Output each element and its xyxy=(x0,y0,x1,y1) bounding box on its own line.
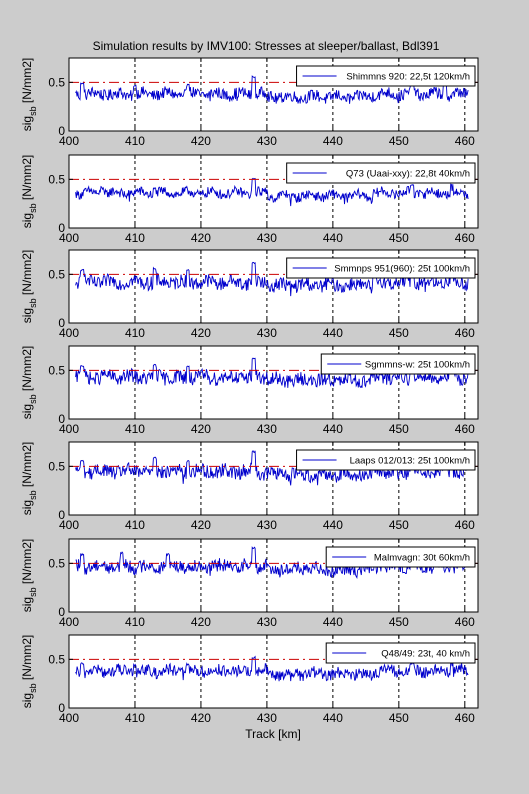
x-tick-label: 420 xyxy=(191,615,211,629)
x-tick-label: 420 xyxy=(191,422,211,436)
legend-label: Shimmns 920: 22,5t 120km/h xyxy=(346,72,470,83)
legend-label: Sgmmns-w: 25t 100km/h xyxy=(365,360,470,371)
y-tick-label: 0.5 xyxy=(48,556,65,570)
x-tick-label: 460 xyxy=(455,711,475,725)
x-tick-label: 450 xyxy=(389,326,409,340)
y-tick-label: 0.5 xyxy=(48,652,65,666)
x-tick-label: 410 xyxy=(125,615,145,629)
legend-label: Q48/49: 23t, 40 km/h xyxy=(381,649,470,660)
y-tick-label: 0.5 xyxy=(48,172,65,186)
figure: Simulation results by IMV100: Stresses a… xyxy=(0,0,529,794)
x-axis-label: Track [km] xyxy=(245,727,301,741)
x-tick-label: 410 xyxy=(125,326,145,340)
x-tick-label: 430 xyxy=(257,615,277,629)
x-tick-label: 460 xyxy=(455,326,475,340)
y-tick-label: 0 xyxy=(58,124,65,138)
x-tick-label: 430 xyxy=(257,711,277,725)
x-tick-label: 410 xyxy=(125,134,145,148)
x-tick-label: 450 xyxy=(389,711,409,725)
x-tick-label: 450 xyxy=(389,518,409,532)
x-tick-label: 450 xyxy=(389,615,409,629)
y-tick-label: 0 xyxy=(58,605,65,619)
x-tick-label: 420 xyxy=(191,134,211,148)
x-tick-label: 460 xyxy=(455,615,475,629)
legend-label: Laaps 012/013: 25t 100km/h xyxy=(350,456,470,467)
x-tick-label: 460 xyxy=(455,422,475,436)
x-tick-label: 460 xyxy=(455,134,475,148)
y-tick-label: 0 xyxy=(58,508,65,522)
x-tick-label: 440 xyxy=(323,134,343,148)
x-tick-label: 420 xyxy=(191,711,211,725)
x-tick-label: 420 xyxy=(191,326,211,340)
y-tick-label: 0 xyxy=(58,316,65,330)
x-tick-label: 430 xyxy=(257,422,277,436)
x-tick-label: 410 xyxy=(125,518,145,532)
x-tick-label: 440 xyxy=(323,615,343,629)
x-tick-label: 440 xyxy=(323,711,343,725)
legend-label: Malmvagn: 30t 60km/h xyxy=(374,553,470,564)
x-tick-label: 410 xyxy=(125,231,145,245)
x-tick-label: 430 xyxy=(257,134,277,148)
x-tick-label: 430 xyxy=(257,518,277,532)
x-tick-label: 410 xyxy=(125,422,145,436)
y-tick-label: 0 xyxy=(58,701,65,715)
x-tick-label: 430 xyxy=(257,231,277,245)
figure-title: Simulation results by IMV100: Stresses a… xyxy=(93,39,440,53)
x-tick-label: 440 xyxy=(323,231,343,245)
x-tick-label: 420 xyxy=(191,518,211,532)
x-tick-label: 450 xyxy=(389,231,409,245)
x-tick-label: 440 xyxy=(323,518,343,532)
x-tick-label: 440 xyxy=(323,326,343,340)
x-tick-label: 440 xyxy=(323,422,343,436)
x-tick-label: 450 xyxy=(389,134,409,148)
x-tick-label: 460 xyxy=(455,231,475,245)
y-tick-label: 0.5 xyxy=(48,75,65,89)
x-tick-label: 410 xyxy=(125,711,145,725)
y-tick-label: 0.5 xyxy=(48,267,65,281)
legend-label: Q73 (Uaai-xxy): 22,8t 40km/h xyxy=(346,169,470,180)
x-tick-label: 450 xyxy=(389,422,409,436)
x-tick-label: 430 xyxy=(257,326,277,340)
y-tick-label: 0.5 xyxy=(48,363,65,377)
y-tick-label: 0 xyxy=(58,412,65,426)
legend-label: Smmnps 951(960): 25t 100km/h xyxy=(334,264,470,275)
y-tick-label: 0.5 xyxy=(48,459,65,473)
y-tick-label: 0 xyxy=(58,221,65,235)
x-tick-label: 420 xyxy=(191,231,211,245)
x-tick-label: 460 xyxy=(455,518,475,532)
